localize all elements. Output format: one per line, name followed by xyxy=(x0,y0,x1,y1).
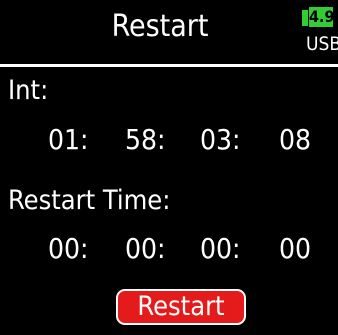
restart-button[interactable]: Restart xyxy=(116,289,246,325)
restart-frames[interactable]: 00 xyxy=(279,233,311,265)
battery-icon: 4.9 xyxy=(302,7,335,29)
header-divider xyxy=(0,64,338,67)
int-minutes: 58: xyxy=(125,123,166,156)
page-title: Restart xyxy=(111,9,209,44)
int-frames: 08 xyxy=(279,123,312,156)
int-label: Int: xyxy=(8,75,49,106)
int-seconds: 03: xyxy=(200,123,241,156)
battery-level: 4.9 xyxy=(309,7,335,27)
int-hours: 01: xyxy=(48,123,89,156)
power-source-label: USB xyxy=(306,33,338,55)
restart-minutes[interactable]: 00: xyxy=(125,233,166,265)
battery-level-bar xyxy=(302,10,308,26)
restart-time-label: Restart Time: xyxy=(8,185,171,216)
screen: Restart 4.9 USB Int: 01: 58: 03: 08 Rest… xyxy=(0,0,338,335)
restart-hours[interactable]: 00: xyxy=(48,233,89,265)
restart-seconds[interactable]: 00: xyxy=(200,233,241,265)
